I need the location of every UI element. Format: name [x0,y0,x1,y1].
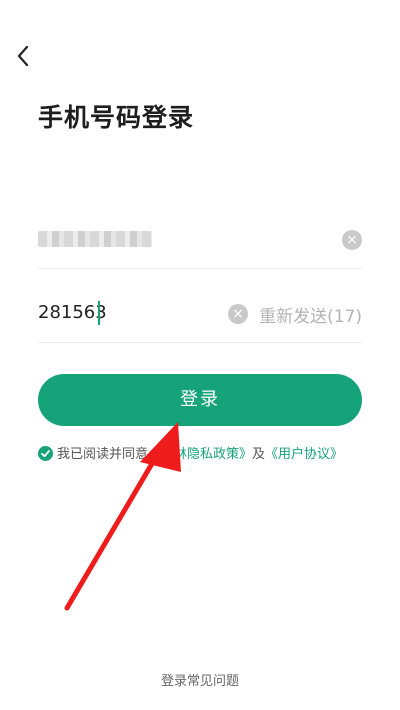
agree-checkbox[interactable] [38,446,53,461]
resend-code-button[interactable]: 重新发送(17) [259,302,362,327]
agreement-row: 我已阅读并同意《参林隐私政策》及《用户协议》 [38,443,378,463]
back-button[interactable] [12,42,36,70]
text-caret [98,301,100,325]
check-icon [41,450,50,458]
verification-code-input[interactable]: 281563 × 重新发送(17) [38,286,362,343]
login-button[interactable]: 登录 [38,374,362,426]
user-agreement-link[interactable]: 《用户协议》 [265,447,343,462]
phone-input[interactable]: × [38,212,362,269]
agreement-conjunction: 及 [252,447,266,462]
login-faq-link[interactable]: 登录常见问题 [0,670,400,689]
code-value: 281563 [38,302,107,323]
phone-number-masked [38,231,152,247]
chevron-left-icon [17,45,29,67]
page-title: 手机号码登录 [38,103,195,132]
clear-icon[interactable]: × [228,304,248,324]
agreement-prefix: 我已阅读并同意 [57,447,149,462]
privacy-policy-link[interactable]: 《参林隐私政策》 [148,447,252,462]
clear-icon[interactable]: × [342,230,362,250]
